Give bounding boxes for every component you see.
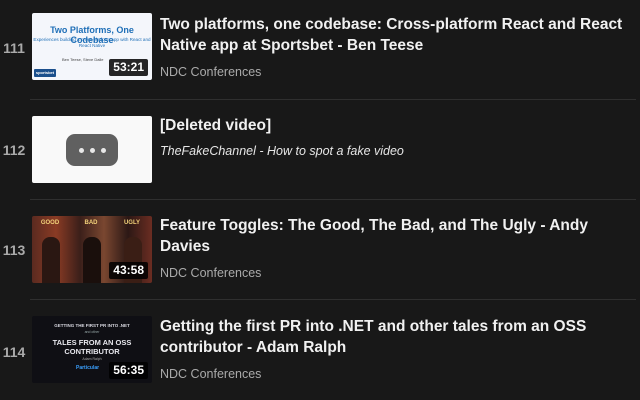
video-thumbnail[interactable]: GETTING THE FIRST PR INTO .NET and other… xyxy=(32,316,152,383)
thumbnail-label: UGLY xyxy=(123,220,141,226)
video-title[interactable]: Getting the first PR into .NET and other… xyxy=(160,316,630,358)
channel-name[interactable]: NDC Conferences xyxy=(160,265,630,281)
item-index: 114 xyxy=(2,344,26,360)
thumbnail-label: BAD xyxy=(84,220,98,226)
sportsbet-logo: sportsbet xyxy=(34,69,56,77)
thumbnail-author: Adam Ralph xyxy=(82,357,102,361)
video-title[interactable]: [Deleted video] xyxy=(160,115,630,136)
video-info: Two platforms, one codebase: Cross-platf… xyxy=(160,14,630,80)
playlist-item[interactable]: 111 Two Platforms, One Codebase Experien… xyxy=(0,0,640,100)
thumbnail-subtitle: Experiences building a cross-platform ap… xyxy=(33,37,151,48)
item-index: 113 xyxy=(2,242,26,258)
playlist-item[interactable]: 114 GETTING THE FIRST PR INTO .NET and o… xyxy=(0,300,640,400)
thumbnail-author: Ben Teese, Steve Dalle xyxy=(62,57,104,62)
thumbnail-label: GOOD xyxy=(40,220,60,226)
video-thumbnail[interactable]: Two Platforms, One Codebase Experiences … xyxy=(32,13,152,80)
video-info: Getting the first PR into .NET and other… xyxy=(160,316,630,382)
video-info: Feature Toggles: The Good, The Bad, and … xyxy=(160,215,630,281)
playlist-item[interactable]: 113 GOOD BAD UGLY 43:58 Feature Toggles:… xyxy=(0,200,640,300)
item-index: 111 xyxy=(3,40,25,56)
video-info: [Deleted video] TheFakeChannel - How to … xyxy=(160,115,630,159)
channel-name[interactable]: NDC Conferences xyxy=(160,64,630,80)
deleted-video-icon xyxy=(66,134,118,166)
channel-name[interactable]: NDC Conferences xyxy=(160,366,630,382)
video-title[interactable]: Two platforms, one codebase: Cross-platf… xyxy=(160,14,630,56)
playlist-video-list: 111 Two Platforms, One Codebase Experien… xyxy=(0,0,640,400)
video-thumbnail[interactable] xyxy=(32,116,152,183)
duration-badge: 43:58 xyxy=(109,262,148,279)
video-title[interactable]: Feature Toggles: The Good, The Bad, and … xyxy=(160,215,630,257)
channel-name[interactable]: TheFakeChannel - How to spot a fake vide… xyxy=(160,143,630,159)
duration-badge: 56:35 xyxy=(109,362,148,379)
thumbnail-line: GETTING THE FIRST PR INTO .NET xyxy=(54,323,130,328)
particular-logo: Particular xyxy=(76,365,100,371)
thumbnail-line: and other xyxy=(84,330,100,334)
playlist-item[interactable]: 112 [Deleted video] TheFakeChannel - How… xyxy=(0,100,640,200)
item-index: 112 xyxy=(2,142,26,158)
thumbnail-heading: TALES FROM AN OSS CONTRIBUTOR xyxy=(52,338,132,356)
video-thumbnail[interactable]: GOOD BAD UGLY 43:58 xyxy=(32,216,152,283)
duration-badge: 53:21 xyxy=(109,59,148,76)
